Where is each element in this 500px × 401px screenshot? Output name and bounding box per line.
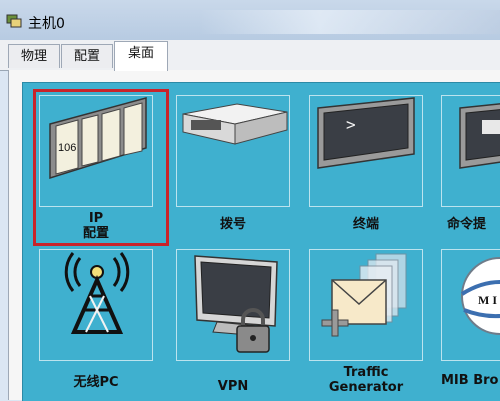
command-prompt-app[interactable] [441,95,500,207]
window-title: 主机0 [28,16,65,32]
vpn-app[interactable] [176,249,290,361]
traffic-generator-app[interactable] [309,249,423,361]
vpn-label: VPN [217,379,249,394]
traffic-generator-label: Traffic Generator [309,365,423,395]
traffic-generator-icon [321,253,407,337]
mib-browser-app[interactable]: M I B [441,249,500,361]
wireless-pc-app[interactable] [39,249,153,361]
command-prompt-label: 命令提 [447,217,487,232]
mib-browser-icon: M I B [460,257,500,335]
mib-icon-text: M I B [478,293,500,307]
terminal-label: 终端 [352,217,379,232]
titlebar-background [200,10,500,34]
wireless-antenna-icon [64,252,130,334]
terminal-icon: > [317,97,415,169]
command-prompt-icon [459,103,500,169]
wireless-pc-label: 无线PC [73,375,119,390]
traffic-generator-label-line1: Traffic [343,365,389,380]
mib-browser-label: MIB Bro [441,373,499,388]
terminal-app[interactable]: > [309,95,423,207]
desktop-area: 106 IP 配置 拨号 > 终端 命令提 无线PC VPN Traffic G… [22,82,500,401]
app-icon [6,14,22,28]
dialup-modem-icon [182,103,288,145]
tab-config[interactable]: 配置 [61,44,113,68]
tab-desktop[interactable]: 桌面 [114,41,168,71]
selection-highlight [33,89,169,246]
tab-physical[interactable]: 物理 [8,44,60,68]
vpn-monitor-lock-icon [194,255,278,353]
window-titlebar: 主机0 [0,0,500,40]
traffic-generator-label-line2: Generator [328,380,404,395]
dialup-app[interactable] [176,95,290,207]
terminal-prompt-glyph: > [346,115,356,134]
dialup-label: 拨号 [219,217,246,232]
